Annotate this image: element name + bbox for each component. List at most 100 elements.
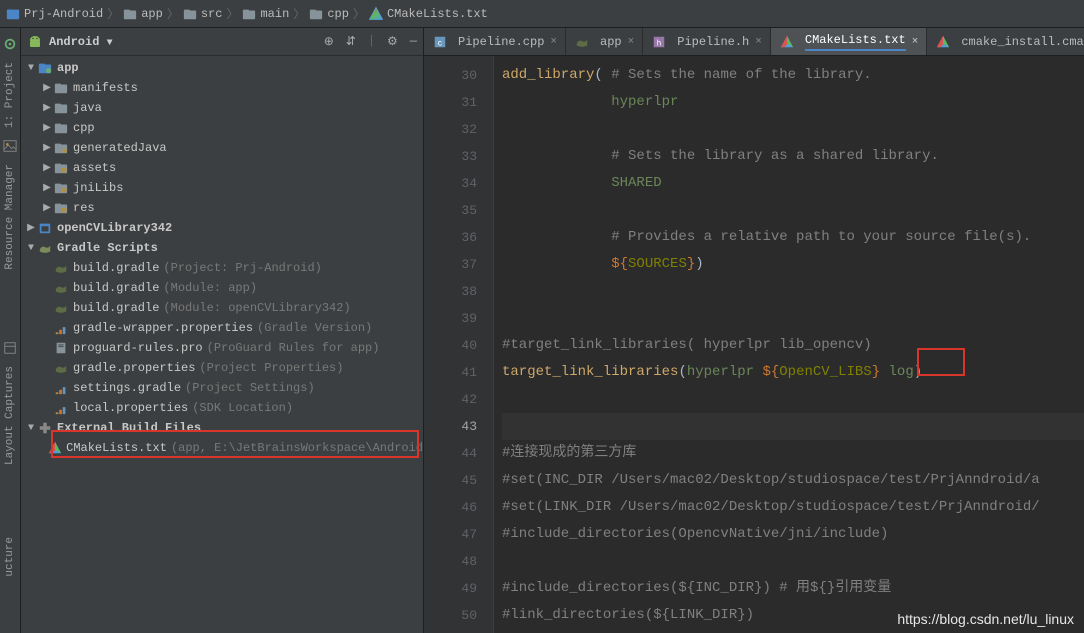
- tree-hint: (Project Settings): [185, 381, 315, 395]
- folder-res-icon: [53, 181, 69, 195]
- tree-item[interactable]: ▶cpp: [21, 118, 423, 138]
- code-line: [502, 386, 1084, 413]
- breadcrumb-item[interactable]: Prj-Android: [6, 7, 103, 21]
- tree-item[interactable]: ·CMakeLists.txt(app, E:\JetBrainsWorkspa…: [21, 438, 423, 458]
- minimize-icon[interactable]: —: [410, 34, 417, 49]
- tree-label: generatedJava: [73, 141, 167, 155]
- tree-label: manifests: [73, 81, 138, 95]
- editor-tab[interactable]: c Pipeline.cpp ×: [424, 28, 566, 55]
- tree-item[interactable]: ·build.gradle(Module: openCVLibrary342): [21, 298, 423, 318]
- cpp-icon: c: [432, 35, 448, 49]
- breadcrumb-item[interactable]: CMakeLists.txt: [369, 7, 488, 21]
- tab-label: Pipeline.cpp: [458, 35, 544, 49]
- code-content[interactable]: add_library( # Sets the name of the libr…: [494, 56, 1084, 633]
- code-line: ${SOURCES}): [502, 251, 1084, 278]
- tree-label: CMakeLists.txt: [66, 441, 167, 455]
- breadcrumb-item[interactable]: app: [123, 7, 163, 21]
- gradle-icon: [53, 361, 69, 375]
- tree-label: cpp: [73, 121, 95, 135]
- breadcrumb-item[interactable]: src: [183, 7, 223, 21]
- editor[interactable]: 3031323334353637383940414243444546474849…: [424, 56, 1084, 633]
- android-icon: [27, 34, 43, 50]
- tree-item[interactable]: ▶java: [21, 98, 423, 118]
- tree-label: app: [57, 61, 79, 75]
- line-number: 40: [424, 332, 477, 359]
- tree-item[interactable]: ▶openCVLibrary342: [21, 218, 423, 238]
- code-line: [502, 305, 1084, 332]
- tree-item[interactable]: ·settings.gradle(Project Settings): [21, 378, 423, 398]
- h-icon: h: [651, 35, 667, 49]
- tree-item[interactable]: ·local.properties(SDK Location): [21, 398, 423, 418]
- folder-icon: [53, 101, 69, 115]
- editor-tab[interactable]: hPipeline.h×: [643, 28, 771, 55]
- collapse-icon[interactable]: ⇵: [346, 34, 356, 49]
- close-icon[interactable]: ×: [755, 36, 762, 48]
- breadcrumb-item[interactable]: cpp: [309, 7, 349, 21]
- project-tree[interactable]: ▼app▶manifests▶java▶cpp▶generatedJava▶as…: [21, 56, 423, 633]
- chevron-right-icon: 〉: [167, 5, 179, 22]
- close-icon[interactable]: ×: [628, 36, 635, 48]
- editor-tabs: cPipeline.cpp×app×hPipeline.h×CMakeLists…: [424, 28, 1084, 56]
- tree-label: build.gradle: [73, 261, 159, 275]
- tree-item[interactable]: ▼app: [21, 58, 423, 78]
- line-number: 45: [424, 467, 477, 494]
- line-number: 48: [424, 548, 477, 575]
- editor-tab[interactable]: CMakeLists.txt×: [771, 28, 927, 55]
- folder-res-icon: [53, 201, 69, 215]
- tree-item[interactable]: ▼External Build Files: [21, 418, 423, 438]
- tree-item[interactable]: ▶jniLibs: [21, 178, 423, 198]
- cmake-icon: [779, 35, 795, 49]
- tree-item[interactable]: ▶res: [21, 198, 423, 218]
- tree-item[interactable]: ▶generatedJava: [21, 138, 423, 158]
- code-line: [502, 197, 1084, 224]
- line-number: 39: [424, 305, 477, 332]
- code-line: #连接现成的第三方库: [502, 440, 1084, 467]
- line-number: 36: [424, 224, 477, 251]
- tree-label: java: [73, 101, 102, 115]
- tree-hint: (ProGuard Rules for app): [207, 341, 380, 355]
- tree-label: assets: [73, 161, 116, 175]
- folder-gen-icon: [53, 141, 69, 155]
- tree-item[interactable]: ▶assets: [21, 158, 423, 178]
- folder-res-icon: [53, 161, 69, 175]
- tree-label: openCVLibrary342: [57, 221, 172, 235]
- code-line: #set(LINK_DIR /Users/mac02/Desktop/studi…: [502, 494, 1084, 521]
- tool-window-rail: 1: Project Resource Manager Layout Captu…: [0, 28, 21, 633]
- tree-item[interactable]: ▶manifests: [21, 78, 423, 98]
- target-icon[interactable]: ⊕: [324, 34, 334, 49]
- code-line: #target_link_libraries( hyperlpr lib_ope…: [502, 332, 1084, 359]
- tree-label: build.gradle: [73, 301, 159, 315]
- tree-item[interactable]: ·build.gradle(Module: app): [21, 278, 423, 298]
- editor-tab[interactable]: app×: [566, 28, 643, 55]
- tree-item[interactable]: ·proguard-rules.pro(ProGuard Rules for a…: [21, 338, 423, 358]
- line-number: 41: [424, 359, 477, 386]
- code-line: [502, 278, 1084, 305]
- cmake-icon: [935, 35, 951, 49]
- gradle-icon: [53, 281, 69, 295]
- rail-project[interactable]: 1: Project: [4, 62, 16, 128]
- code-line: target_link_libraries(hyperlpr ${OpenCV_…: [502, 359, 1084, 386]
- breadcrumb-item[interactable]: main: [242, 7, 289, 21]
- tree-item[interactable]: ·gradle.properties(Project Properties): [21, 358, 423, 378]
- close-icon[interactable]: ×: [912, 36, 919, 48]
- code-line: [502, 629, 1084, 633]
- line-number: 30: [424, 62, 477, 89]
- close-icon[interactable]: ×: [550, 36, 557, 48]
- gradle-icon: [574, 35, 590, 49]
- view-mode-dropdown[interactable]: Android ▼: [49, 35, 113, 49]
- rail-layout-captures[interactable]: Layout Captures: [4, 366, 16, 465]
- props-icon: [53, 401, 69, 415]
- tree-item[interactable]: ·gradle-wrapper.properties(Gradle Versio…: [21, 318, 423, 338]
- tree-item[interactable]: ▼Gradle Scripts: [21, 238, 423, 258]
- tree-item[interactable]: ·build.gradle(Project: Prj-Android): [21, 258, 423, 278]
- rail-resource-manager[interactable]: Resource Manager: [4, 164, 16, 270]
- rail-structure[interactable]: ucture: [4, 537, 16, 577]
- tree-hint: (Project Properties): [199, 361, 343, 375]
- line-number: 31: [424, 89, 477, 116]
- tree-hint: (Module: openCVLibrary342): [163, 301, 350, 315]
- line-number: 43: [424, 413, 477, 440]
- image-icon: [3, 139, 17, 153]
- tree-label: build.gradle: [73, 281, 159, 295]
- editor-tab[interactable]: cmake_install.cmake×: [927, 28, 1084, 55]
- gear-icon[interactable]: ⚙: [387, 34, 398, 49]
